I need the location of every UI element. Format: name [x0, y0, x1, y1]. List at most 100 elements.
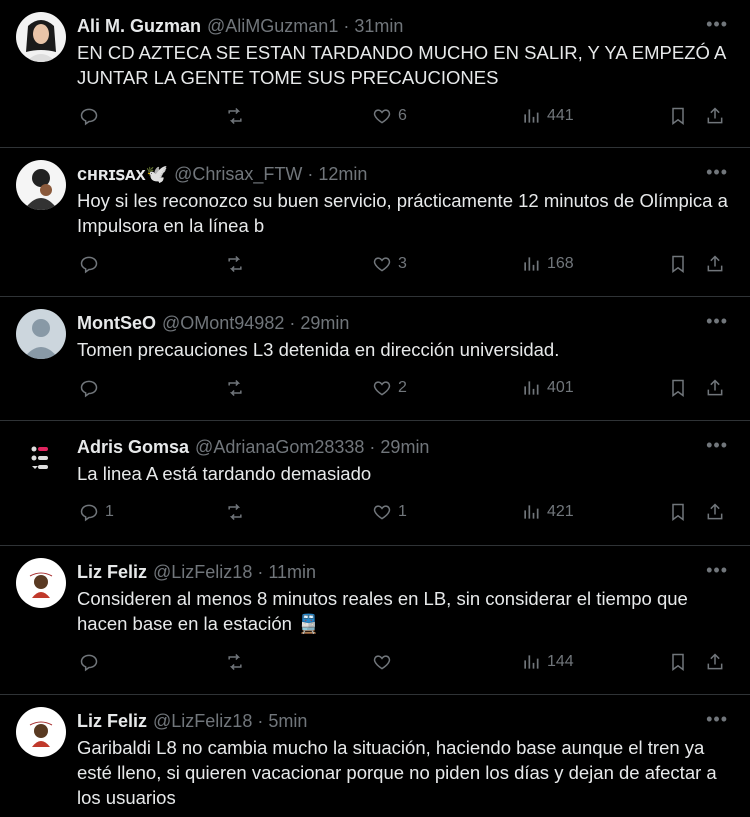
separator: · [369, 436, 376, 457]
reply-button[interactable] [79, 378, 105, 398]
bookmark-button[interactable] [668, 378, 688, 398]
views-icon [524, 257, 539, 271]
share-button[interactable] [705, 502, 725, 522]
retweet-button[interactable] [225, 106, 251, 126]
share-icon [707, 107, 723, 124]
bookmark-icon [672, 379, 684, 397]
tweet-text: Consideren al menos 8 minutos reales en … [77, 588, 688, 634]
avatar[interactable] [16, 558, 66, 608]
bookmark-icon [672, 653, 684, 671]
reply-count: 1 [105, 503, 114, 520]
like-count: 3 [398, 255, 407, 272]
views-button[interactable]: 421 [521, 502, 574, 522]
retweet-icon [228, 379, 242, 397]
share-button[interactable] [705, 378, 725, 398]
separator: · [343, 15, 350, 36]
timestamp[interactable]: 29min [380, 437, 429, 458]
reply-button[interactable]: 1 [79, 502, 114, 522]
retweet-icon [228, 653, 242, 671]
tweet[interactable]: Adris Gomsa @AdrianaGom28338 · 29min •••… [0, 421, 750, 546]
bookmark-button[interactable] [668, 502, 688, 522]
user-handle[interactable]: @LizFeliz18 [153, 562, 252, 583]
display-name[interactable]: Liz Feliz [77, 562, 147, 583]
bookmark-button[interactable] [668, 254, 688, 274]
tweet-actions: 1 1 421 [77, 502, 734, 546]
reply-icon [80, 504, 98, 522]
reply-icon [80, 654, 98, 672]
avatar[interactable] [16, 12, 66, 62]
tweet[interactable]: MontSeO @OMont94982 · 29min ••• Tomen pr… [0, 297, 750, 421]
share-icon [707, 653, 723, 670]
user-handle[interactable]: @AliMGuzman1 [207, 16, 338, 37]
user-handle[interactable]: @AdrianaGom28338 [195, 437, 364, 458]
more-icon[interactable]: ••• [706, 560, 728, 581]
timestamp[interactable]: 29min [300, 313, 349, 334]
timestamp[interactable]: 5min [268, 711, 307, 732]
retweet-button[interactable] [225, 378, 251, 398]
tweet[interactable]: Liz Feliz @LizFeliz18 · 11min ••• Consid… [0, 546, 750, 695]
tweet-text: EN CD AZTECA SE ESTAN TARDANDO MUCHO EN … [77, 42, 726, 88]
user-handle[interactable]: @LizFeliz18 [153, 711, 252, 732]
bookmark-button[interactable] [668, 106, 688, 126]
tweet[interactable]: ᴄʜʀɪꜱᴀx🕊️ @Chrisax_FTW · 12min ••• Hoy s… [0, 148, 750, 297]
retweet-button[interactable] [225, 254, 251, 274]
user-handle[interactable]: @OMont94982 [162, 313, 284, 334]
display-name[interactable]: ᴄʜʀɪꜱᴀx🕊️ [77, 164, 168, 185]
more-icon[interactable]: ••• [706, 709, 728, 730]
avatar[interactable] [16, 707, 66, 757]
user-handle[interactable]: @Chrisax_FTW [174, 164, 302, 185]
tweet[interactable]: Ali M. Guzman @AliMGuzman1 · 31min ••• E… [0, 0, 750, 148]
views-icon [524, 381, 539, 395]
share-button[interactable] [705, 254, 725, 274]
reply-button[interactable] [79, 652, 105, 672]
share-button[interactable] [705, 106, 725, 126]
avatar[interactable] [16, 309, 66, 359]
bookmark-button[interactable] [668, 652, 688, 672]
bookmark-icon [672, 255, 684, 273]
more-icon[interactable]: ••• [706, 311, 728, 332]
views-count: 144 [547, 653, 574, 670]
views-button[interactable]: 144 [521, 652, 574, 672]
like-button[interactable]: 3 [372, 254, 407, 274]
display-name[interactable]: Ali M. Guzman [77, 16, 201, 37]
like-button[interactable] [372, 652, 398, 672]
avatar[interactable] [16, 160, 66, 210]
retweet-button[interactable] [225, 652, 251, 672]
tweet-actions: 3 168 [77, 254, 734, 298]
views-button[interactable]: 441 [521, 106, 574, 126]
more-icon[interactable]: ••• [706, 435, 728, 456]
reply-button[interactable] [79, 254, 105, 274]
like-icon [373, 655, 391, 670]
separator: · [257, 561, 264, 582]
tweet-actions: 2 401 [77, 378, 734, 422]
more-icon[interactable]: ••• [706, 162, 728, 183]
retweet-button[interactable] [225, 502, 251, 522]
reply-button[interactable] [79, 106, 105, 126]
views-count: 401 [547, 379, 574, 396]
timestamp[interactable]: 11min [268, 562, 316, 583]
display-name[interactable]: MontSeO [77, 313, 156, 334]
share-button[interactable] [705, 652, 725, 672]
bookmark-icon [672, 107, 684, 125]
share-icon [707, 255, 723, 272]
tweet[interactable]: Liz Feliz @LizFeliz18 · 5min ••• Garibal… [0, 695, 750, 817]
like-button[interactable]: 1 [372, 502, 407, 522]
retweet-icon [228, 107, 242, 125]
timestamp[interactable]: 31min [354, 16, 403, 37]
like-count: 2 [398, 379, 407, 396]
avatar[interactable] [16, 433, 66, 483]
views-count: 421 [547, 503, 574, 520]
display-name[interactable]: Liz Feliz [77, 711, 147, 732]
like-button[interactable]: 6 [372, 106, 407, 126]
display-name[interactable]: Adris Gomsa [77, 437, 189, 458]
like-button[interactable]: 2 [372, 378, 407, 398]
views-button[interactable]: 401 [521, 378, 574, 398]
views-button[interactable]: 168 [521, 254, 574, 274]
retweet-icon [228, 503, 242, 521]
like-icon [373, 257, 391, 272]
timeline: Ali M. Guzman @AliMGuzman1 · 31min ••• E… [0, 0, 750, 817]
tweet-actions: 6 441 [77, 106, 734, 150]
retweet-icon [228, 255, 242, 273]
more-icon[interactable]: ••• [706, 14, 728, 35]
timestamp[interactable]: 12min [318, 164, 367, 185]
